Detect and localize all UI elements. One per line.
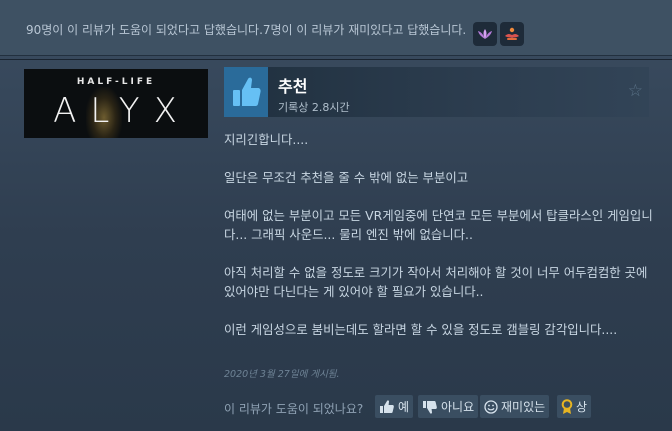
posted-date: 2020년 3월 27일에 게시됨.: [224, 369, 340, 380]
recommendation-header[interactable]: 추천 기록상 2.8시간 ☆: [224, 67, 649, 117]
playtime-text: 기록상 2.8시간: [278, 101, 350, 114]
recommendation-title: 추천: [278, 77, 308, 96]
game-franchise-logo: HALF-LIFE: [76, 77, 156, 87]
helpful-question: 이 리뷰가 도움이 되었나요?: [224, 402, 364, 416]
vote-no-button[interactable]: 아니요: [418, 395, 479, 418]
award-button[interactable]: 상: [557, 395, 592, 418]
award-label: 상: [576, 400, 588, 414]
divider: [0, 59, 672, 60]
vote-yes-button[interactable]: 예: [375, 395, 414, 418]
award-medal-icon: [561, 398, 573, 415]
vote-funny-button[interactable]: 재미있는: [480, 395, 550, 418]
review-stats-text: 90명이 이 리뷰가 도움이 되었다고 답했습니다.7명이 이 리뷰가 재미있다…: [26, 23, 467, 37]
thumbs-up-icon: [224, 67, 268, 117]
game-title-logo: ALYX: [53, 91, 191, 131]
vote-yes-label: 예: [398, 400, 410, 414]
thumbs-up-icon: [379, 399, 395, 414]
review-panel: 90명이 이 리뷰가 도움이 되었다고 답했습니다.7명이 이 리뷰가 재미있다…: [0, 0, 672, 431]
review-paragraph: 일단은 무조건 추천을 줄 수 밖에 없는 부분이고: [224, 170, 469, 185]
review-paragraph: 여태에 없는 부분이고 모든 VR게임중에 단연코 모든 부분에서 탑클라스인 …: [224, 208, 653, 242]
review-stats-bar: 90명이 이 리뷰가 도움이 되었다고 답했습니다.7명이 이 리뷰가 재미있다…: [0, 0, 672, 56]
review-paragraph: 아직 처리할 수 없을 정도로 크기가 작아서 처리해야 할 것이 너무 어두컴…: [224, 265, 648, 299]
game-capsule-image[interactable]: HALF-LIFE ALYX: [24, 69, 208, 138]
star-icon[interactable]: ☆: [628, 81, 643, 101]
hands-award-icon[interactable]: [500, 22, 524, 46]
review-paragraph: 이런 게임성으로 붐비는데도 할라면 할 수 있을 정도로 갬블링 감각입니다.…: [224, 322, 618, 337]
review-paragraph: 지리긴합니다....: [224, 132, 309, 147]
review-body: 지리긴합니다.... 일단은 무조건 추천을 줄 수 밖에 없는 부분이고 여태…: [224, 130, 654, 358]
vote-no-label: 아니요: [441, 400, 475, 414]
lotus-award-icon[interactable]: [473, 22, 497, 46]
vote-funny-label: 재미있는: [501, 400, 546, 414]
smiley-icon: [484, 399, 498, 414]
thumbs-down-icon: [422, 400, 438, 414]
